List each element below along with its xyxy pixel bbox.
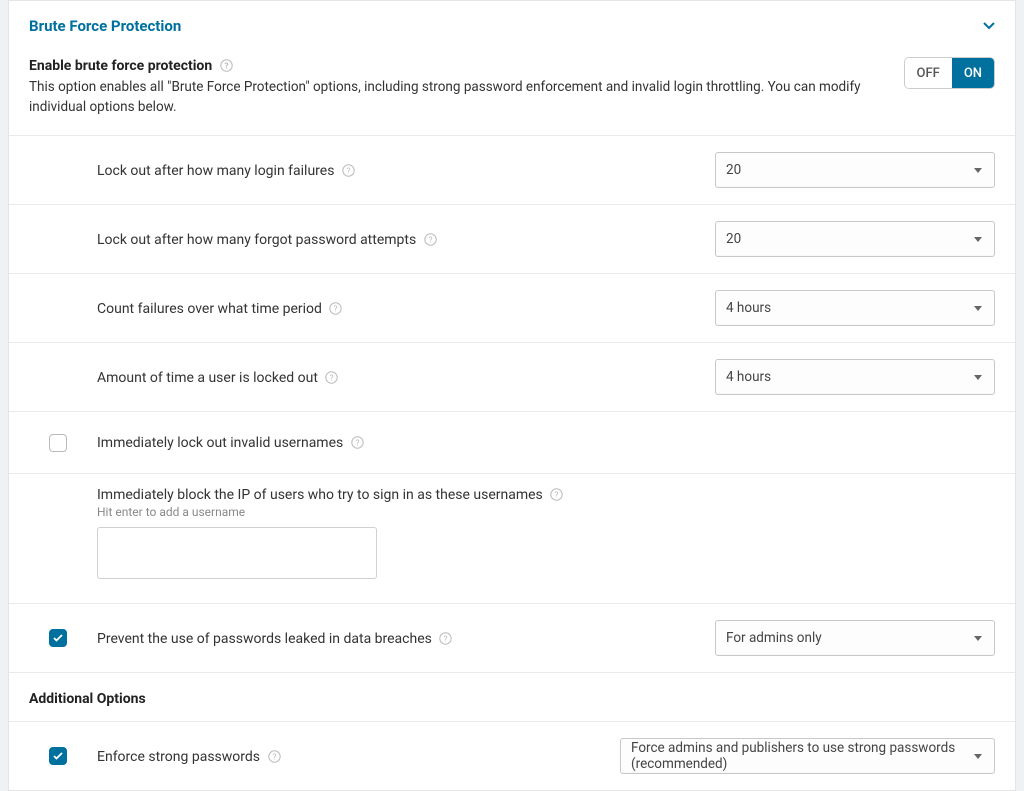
svg-text:?: ?	[224, 62, 228, 72]
svg-text:?: ?	[428, 235, 432, 245]
control-col: 4 hours	[715, 290, 995, 326]
label-text: Amount of time a user is locked out	[97, 370, 318, 386]
enable-title: Enable brute force protection ?	[29, 57, 880, 74]
invalid-usernames-checkbox[interactable]	[49, 434, 67, 452]
control-col: For admins only	[715, 620, 995, 656]
label-text: Count failures over what time period	[97, 301, 322, 317]
control-col: 20	[715, 221, 995, 257]
help-icon[interactable]: ?	[342, 164, 355, 177]
enable-text: Enable brute force protection ? This opt…	[29, 57, 880, 117]
row-lockout-time: Amount of time a user is locked out ? 4 …	[9, 343, 1015, 412]
login-failures-dropdown[interactable]: 20	[715, 152, 995, 188]
lockout-time-dropdown[interactable]: 4 hours	[715, 359, 995, 395]
svg-text:?: ?	[346, 166, 350, 176]
control-col: 4 hours	[715, 359, 995, 395]
help-icon[interactable]: ?	[220, 59, 233, 72]
strong-passwords-dropdown[interactable]: Force admins and publishers to use stron…	[620, 738, 995, 774]
toggle-on[interactable]: ON	[952, 58, 994, 88]
label-text: Lock out after how many forgot password …	[97, 232, 416, 248]
svg-text:?: ?	[555, 491, 559, 501]
label-text: Prevent the use of passwords leaked in d…	[97, 631, 432, 647]
help-icon[interactable]: ?	[550, 488, 563, 501]
enable-section: Enable brute force protection ? This opt…	[9, 47, 1015, 136]
enable-toggle[interactable]: OFF ON	[904, 57, 995, 89]
forgot-attempts-dropdown[interactable]: 20	[715, 221, 995, 257]
label-text: Immediately lock out invalid usernames	[97, 435, 343, 451]
help-icon[interactable]: ?	[424, 233, 437, 246]
collapse-icon[interactable]	[983, 18, 995, 34]
leaked-passwords-checkbox[interactable]	[49, 629, 67, 647]
svg-text:?: ?	[334, 304, 338, 314]
checkbox-col	[29, 747, 97, 765]
toggle-off[interactable]: OFF	[905, 58, 952, 88]
svg-text:?: ?	[272, 752, 276, 762]
checkbox-col	[29, 434, 97, 452]
row-leaked-passwords: Prevent the use of passwords leaked in d…	[9, 604, 1015, 673]
row-invalid-usernames: Immediately lock out invalid usernames ?	[9, 412, 1015, 474]
count-period-dropdown[interactable]: 4 hours	[715, 290, 995, 326]
checkbox-col	[29, 629, 97, 647]
brute-force-panel: Brute Force Protection Enable brute forc…	[8, 0, 1016, 791]
svg-text:?: ?	[330, 373, 334, 383]
help-icon[interactable]: ?	[439, 632, 452, 645]
row-count-period: Count failures over what time period ? 4…	[9, 274, 1015, 343]
svg-text:?: ?	[444, 634, 448, 644]
help-icon[interactable]: ?	[325, 371, 338, 384]
svg-text:?: ?	[355, 439, 359, 449]
label-text: Enforce strong passwords	[97, 749, 260, 765]
enable-description: This option enables all "Brute Force Pro…	[29, 78, 880, 117]
login-failures-label: Lock out after how many login failures ?	[97, 162, 715, 179]
strong-passwords-label: Enforce strong passwords ?	[97, 748, 620, 765]
additional-options-header: Additional Options	[9, 673, 1015, 722]
strong-passwords-checkbox[interactable]	[49, 747, 67, 765]
panel-header: Brute Force Protection	[9, 1, 1015, 47]
leaked-passwords-dropdown[interactable]: For admins only	[715, 620, 995, 656]
help-icon[interactable]: ?	[268, 750, 281, 763]
forgot-attempts-label: Lock out after how many forgot password …	[97, 231, 715, 248]
row-login-failures: Lock out after how many login failures ?…	[9, 136, 1015, 205]
row-block-ip: Immediately block the IP of users who tr…	[9, 474, 1015, 604]
control-col: 20	[715, 152, 995, 188]
label-text: Immediately block the IP of users who tr…	[97, 487, 543, 503]
control-col: Force admins and publishers to use stron…	[620, 738, 995, 774]
row-forgot-attempts: Lock out after how many forgot password …	[9, 205, 1015, 274]
help-icon[interactable]: ?	[351, 436, 364, 449]
invalid-usernames-label: Immediately lock out invalid usernames ?	[97, 434, 995, 451]
label-text: Lock out after how many login failures	[97, 163, 334, 179]
row-strong-passwords: Enforce strong passwords ? Force admins …	[9, 722, 1015, 790]
enable-title-text: Enable brute force protection	[29, 58, 212, 74]
count-period-label: Count failures over what time period ?	[97, 300, 715, 317]
block-ip-input[interactable]	[97, 527, 377, 579]
block-ip-label: Immediately block the IP of users who tr…	[97, 486, 995, 503]
block-ip-hint: Hit enter to add a username	[97, 505, 995, 519]
additional-options-title: Additional Options	[29, 691, 995, 707]
panel-title: Brute Force Protection	[29, 17, 181, 35]
help-icon[interactable]: ?	[329, 302, 342, 315]
leaked-passwords-label: Prevent the use of passwords leaked in d…	[97, 630, 715, 647]
lockout-time-label: Amount of time a user is locked out ?	[97, 369, 715, 386]
